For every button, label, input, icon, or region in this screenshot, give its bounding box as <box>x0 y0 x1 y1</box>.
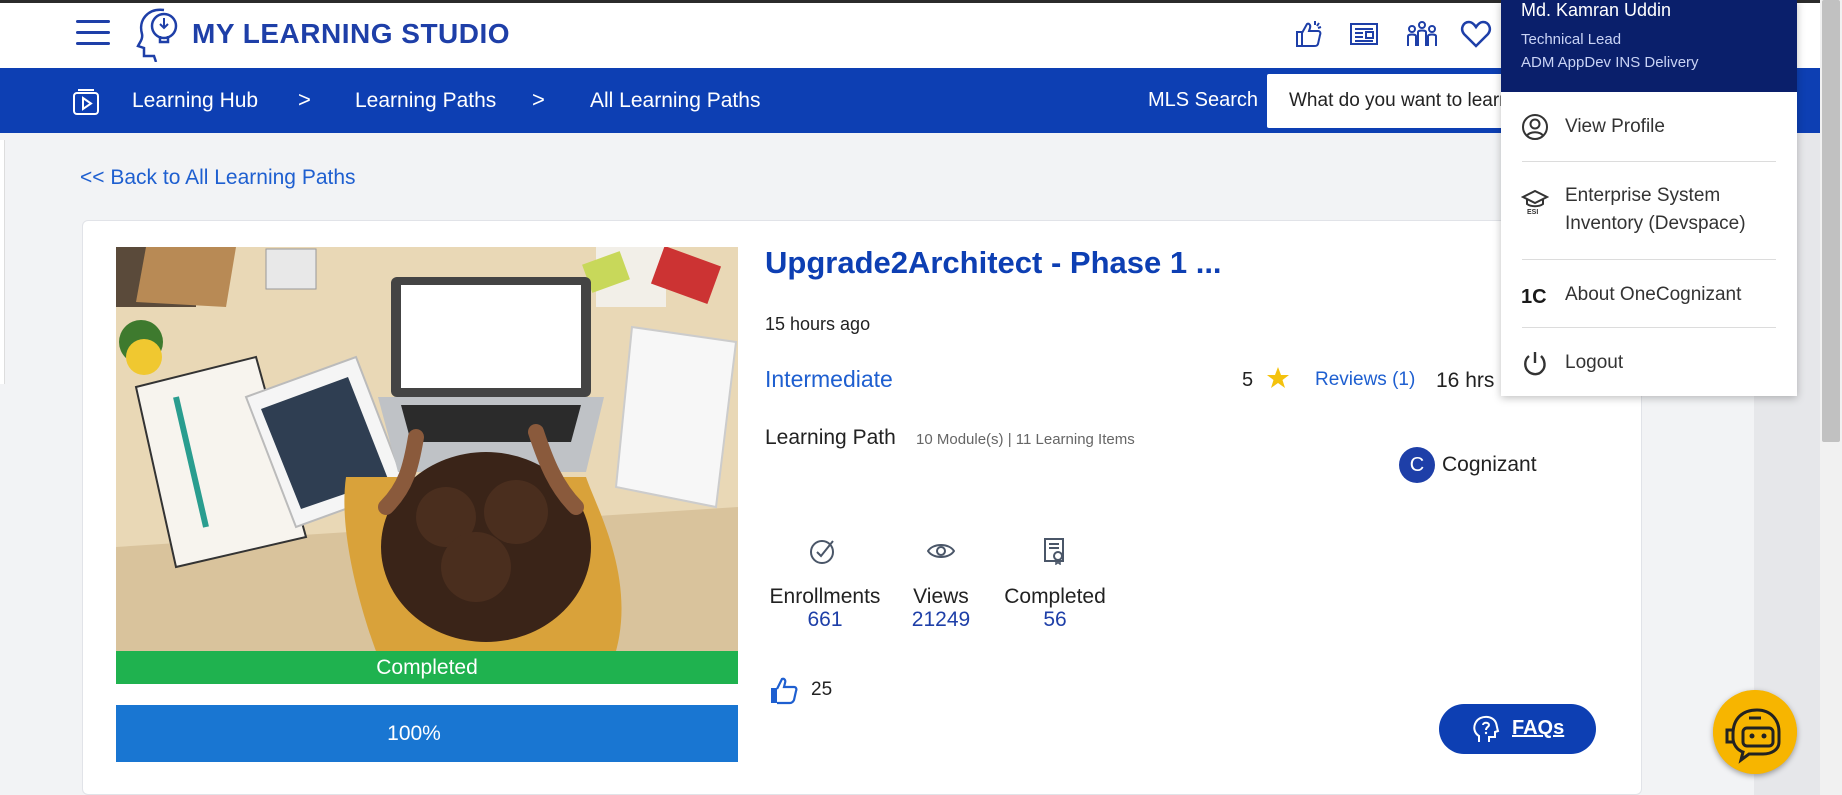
menu-label-view-profile: View Profile <box>1565 116 1665 137</box>
help-head-icon <box>1473 715 1500 742</box>
svg-text:ESI: ESI <box>1527 209 1538 215</box>
provider-name: Cognizant <box>1442 453 1537 476</box>
favorites-icon[interactable] <box>1460 18 1492 50</box>
likes-count: 25 <box>811 679 833 700</box>
brand-logo-icon <box>136 8 178 62</box>
side-panel-edge <box>0 140 5 384</box>
faqs-label: FAQs <box>1512 717 1565 739</box>
svg-text:1C: 1C <box>1521 286 1547 308</box>
hamburger-menu-icon[interactable] <box>76 20 110 48</box>
breadcrumb-learning-paths[interactable]: Learning Paths <box>355 89 496 113</box>
menu-item-enterprise-system-inventory[interactable]: ESI Enterprise System Inventory (Devspac… <box>1521 182 1777 240</box>
views-value: 21249 <box>911 608 971 631</box>
menu-divider <box>1522 327 1776 328</box>
menu-item-about-onecognizant[interactable]: 1C About OneCognizant <box>1521 281 1777 309</box>
recommend-icon[interactable] <box>1293 18 1325 50</box>
course-thumbnail-image <box>116 247 738 651</box>
thumbs-up-icon[interactable] <box>769 675 799 705</box>
provider-avatar: C <box>1399 447 1435 483</box>
time-ago-text: 15 hours ago <box>765 314 871 334</box>
reviews-link[interactable]: Reviews (1) <box>1315 369 1415 391</box>
course-level: Intermediate <box>765 366 893 392</box>
completed-value: 56 <box>1043 608 1067 631</box>
esi-icon: ESI <box>1521 189 1549 215</box>
eye-icon <box>927 544 955 558</box>
back-to-learning-paths-link[interactable]: << Back to All Learning Paths <box>80 166 356 190</box>
menu-divider <box>1522 259 1776 260</box>
menu-label-enterprise-system: Enterprise System <box>1565 185 1721 206</box>
menu-divider <box>1522 161 1776 162</box>
breadcrumb-learning-hub[interactable]: Learning Hub <box>132 89 258 113</box>
news-icon[interactable] <box>1349 18 1381 50</box>
completed-label: Completed <box>1004 585 1106 608</box>
brand-title[interactable]: MY LEARNING STUDIO <box>192 18 510 50</box>
rating-value: 5 <box>1242 369 1254 391</box>
faqs-button[interactable]: FAQs <box>1439 704 1596 754</box>
user-name: Md. Kamran Uddin <box>1521 0 1672 20</box>
star-icon <box>1267 367 1289 388</box>
content-type-label: Learning Path <box>765 426 896 449</box>
views-label: Views <box>913 585 969 608</box>
enrollments-value: 661 <box>807 608 843 631</box>
course-title[interactable]: Upgrade2Architect - Phase 1 ... <box>765 245 1222 281</box>
chevron-right-icon: > <box>298 87 311 112</box>
menu-item-view-profile[interactable]: View Profile <box>1521 113 1777 141</box>
user-department: ADM AppDev INS Delivery <box>1521 54 1699 71</box>
community-icon[interactable] <box>1406 18 1438 50</box>
user-role: Technical Lead <box>1521 31 1622 48</box>
completed-status-strip: Completed <box>116 651 738 684</box>
menu-item-logout[interactable]: Logout <box>1521 349 1777 377</box>
onecognizant-icon: 1C <box>1521 286 1547 308</box>
breadcrumb-all-learning-paths[interactable]: All Learning Paths <box>590 89 760 113</box>
enrollments-label: Enrollments <box>769 585 881 608</box>
course-duration: 16 hrs <box>1436 369 1495 392</box>
progress-percent-label: 100% <box>387 722 441 745</box>
scrollbar-thumb[interactable] <box>1822 0 1840 442</box>
menu-label-inventory-devspace: Inventory (Devspace) <box>1565 213 1746 234</box>
certificate-icon <box>1044 538 1064 565</box>
menu-label-logout: Logout <box>1565 352 1624 373</box>
chatbot-icon[interactable] <box>1713 690 1797 774</box>
learning-hub-icon[interactable] <box>72 88 100 116</box>
user-circle-icon <box>1522 114 1548 140</box>
chevron-right-icon: > <box>532 87 545 112</box>
enrollment-icon <box>810 540 834 564</box>
modules-count-text: 10 Module(s) | 11 Learning Items <box>916 431 1135 448</box>
mls-search-label: MLS Search <box>1148 89 1259 111</box>
power-icon <box>1524 352 1546 376</box>
menu-label-about-onecognizant: About OneCognizant <box>1565 284 1742 305</box>
